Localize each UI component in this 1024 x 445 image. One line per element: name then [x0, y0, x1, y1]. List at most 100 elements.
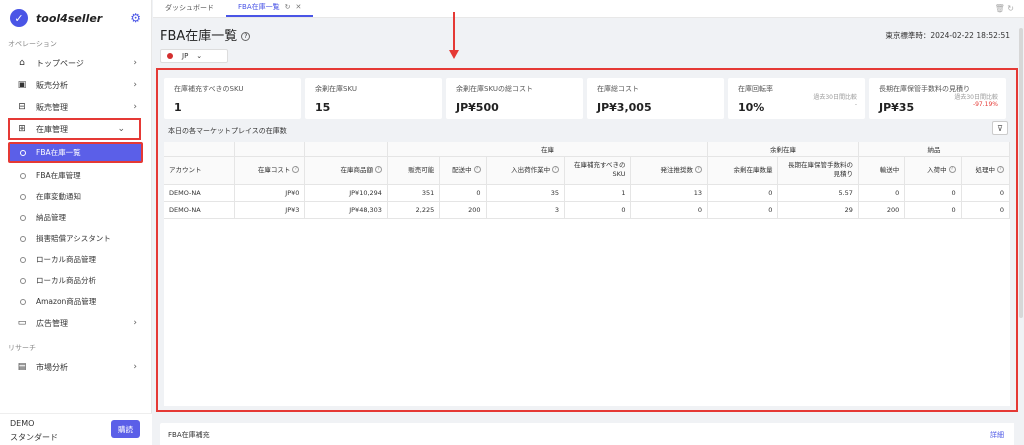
bullet-icon: [20, 193, 26, 200]
user-name: DEMO: [10, 419, 35, 428]
marketplace-value: JP: [182, 52, 189, 60]
inventory-table: 在庫 余剰在庫 納品 アカウント 在庫コスト? 在庫商品額? 販売可能 配送中?…: [164, 142, 1011, 219]
info-icon[interactable]: ?: [694, 166, 702, 173]
group-header-delivery: 納品: [858, 142, 1011, 157]
tab-bar: ダッシュボード FBA在庫一覧 ↻ ✕ 🗑 ↻: [153, 0, 1024, 18]
cell-restock-sku: 1: [564, 184, 632, 202]
sidebar-subitem-fba-list[interactable]: FBA在庫一覧: [8, 142, 143, 163]
refresh-icon[interactable]: ↻: [285, 3, 291, 11]
cell-account: DEMO-NA: [164, 201, 235, 219]
sales-icon: ⊟: [18, 102, 26, 112]
inventory-table-container: 在庫 余剰在庫 納品 アカウント 在庫コスト? 在庫商品額? 販売可能 配送中?…: [164, 142, 1011, 406]
column-sellable[interactable]: 販売可能: [387, 156, 441, 185]
column-receiving[interactable]: 処理中?: [961, 156, 1011, 185]
main-panel: 在庫補充すべきのSKU 1 余剰在庫SKU 15 余剰在庫SKUの総コスト JP…: [156, 68, 1018, 412]
filter-button[interactable]: ⊽: [992, 121, 1008, 135]
column-surplus-qty[interactable]: 余剰在庫数量: [707, 156, 779, 185]
gear-icon[interactable]: ⚙: [130, 11, 141, 25]
column-processing[interactable]: 入出荷作業中?: [486, 156, 566, 185]
column-label: 販売可能: [408, 165, 435, 174]
column-label: 長期在庫保管手数料の見積り: [787, 161, 853, 178]
info-icon[interactable]: ?: [948, 166, 956, 173]
cell-shipping: 200: [439, 201, 487, 219]
close-icon[interactable]: ✕: [296, 3, 302, 11]
sidebar-item-ads[interactable]: ▭ 広告管理 ›: [0, 312, 151, 334]
app-name: tool4seller: [36, 11, 103, 25]
compare-label: 過去30日間比較: [954, 94, 998, 101]
sidebar-item-label: 市場分析: [36, 362, 68, 372]
compare-value: -: [854, 101, 857, 108]
cell-inbound: 0: [904, 201, 962, 219]
cell-sellable: 2,225: [387, 201, 441, 219]
sidebar-subitem-amazon-management[interactable]: Amazon商品管理: [0, 291, 151, 312]
help-icon[interactable]: ?: [241, 32, 251, 41]
sidebar-subitem-reimbursement[interactable]: 損害賠償アシスタント: [0, 228, 151, 249]
column-long-term-fee[interactable]: 長期在庫保管手数料の見積り: [777, 156, 859, 185]
refresh-icon[interactable]: ↻: [1007, 4, 1014, 13]
info-icon[interactable]: ?: [374, 166, 382, 173]
stat-value: 15: [315, 101, 331, 114]
tab-label: FBA在庫一覧: [238, 3, 280, 11]
column-label: 在庫補充すべきのSKU: [573, 161, 626, 178]
info-icon[interactable]: ?: [292, 166, 300, 173]
stat-value: 1: [174, 101, 182, 114]
sidebar-subitem-stock-alert[interactable]: 在庫変動通知: [0, 186, 151, 207]
sidebar-item-label: 販売管理: [36, 102, 68, 112]
cell-stock-amount: JP¥10,294: [304, 184, 388, 202]
column-label: 処理中: [975, 165, 996, 174]
japan-flag-icon: [167, 53, 173, 59]
cell-receiving: 0: [961, 184, 1011, 202]
sidebar-subitem-local-management[interactable]: ローカル商品管理: [0, 249, 151, 270]
column-stock-cost[interactable]: 在庫コスト?: [234, 156, 306, 185]
column-outbound[interactable]: 輸送中: [858, 156, 906, 185]
chevron-right-icon: ›: [133, 362, 137, 372]
logo[interactable]: ✓ tool4seller: [0, 0, 151, 36]
stats-row: 在庫補充すべきのSKU 1 余剰在庫SKU 15 余剰在庫SKUの総コスト JP…: [164, 78, 1006, 119]
scrollbar-thumb[interactable]: [1019, 28, 1023, 318]
chart-icon: ▣: [17, 80, 27, 90]
sidebar-item-label: 在庫管理: [36, 124, 68, 134]
column-inbound[interactable]: 入荷中?: [904, 156, 962, 185]
stat-label: 余剰在庫SKU: [315, 85, 357, 93]
stat-label: 在庫補充すべきのSKU: [174, 85, 244, 93]
sidebar-subitem-shipment[interactable]: 納品管理: [0, 207, 151, 228]
bullet-icon: [20, 277, 26, 284]
cell-surplus-qty: 0: [707, 184, 779, 202]
column-label: 入荷中: [927, 165, 947, 174]
info-icon[interactable]: ?: [473, 166, 481, 173]
info-icon[interactable]: ?: [997, 166, 1004, 173]
column-stock-amount[interactable]: 在庫商品額?: [304, 156, 388, 185]
column-shipping[interactable]: 配送中?: [439, 156, 487, 185]
compare-label: 過去30日間比較: [813, 94, 857, 101]
group-header-empty: [234, 142, 306, 157]
marketplace-select[interactable]: JP ⌄: [160, 49, 228, 63]
details-link[interactable]: 詳細: [990, 430, 1004, 440]
sidebar-item-market-analysis[interactable]: ▤ 市場分析 ›: [0, 356, 151, 378]
sidebar-subitem-fba-management[interactable]: FBA在庫管理: [0, 165, 151, 186]
column-account[interactable]: アカウント: [164, 156, 235, 185]
tab-dashboard[interactable]: ダッシュボード: [153, 0, 226, 17]
calendar-icon: ▤: [17, 362, 27, 372]
info-icon[interactable]: ?: [552, 166, 560, 173]
trash-icon[interactable]: 🗑: [995, 4, 1005, 13]
sidebar-item-top[interactable]: ⌂ トップページ ›: [0, 52, 151, 74]
section-research: リサーチ: [8, 344, 36, 352]
page-title: FBA在庫一覧?: [160, 25, 251, 44]
cell-surplus-qty: 0: [707, 201, 779, 219]
subscribe-button[interactable]: 購読: [111, 420, 140, 438]
sidebar-footer: DEMO スタンダード 購読: [0, 413, 152, 445]
sidebar: ✓ tool4seller ⚙ オペレーション ⌂ トップページ › ▣ 販売分…: [0, 0, 152, 445]
sidebar-item-sales-management[interactable]: ⊟ 販売管理 ›: [0, 96, 151, 118]
column-restock-sku[interactable]: 在庫補充すべきのSKU: [564, 156, 632, 185]
stat-card-surplus-cost: 余剰在庫SKUの総コスト JP¥500: [446, 78, 583, 119]
cell-restock-sku: 0: [564, 201, 632, 219]
cell-stock-cost: JP¥3: [234, 201, 306, 219]
sidebar-subitem-local-analysis[interactable]: ローカル商品分析: [0, 270, 151, 291]
tab-fba-list[interactable]: FBA在庫一覧 ↻ ✕: [226, 0, 314, 17]
page-scrollbar[interactable]: [1018, 18, 1024, 445]
sidebar-item-sales-analysis[interactable]: ▣ 販売分析 ›: [0, 74, 151, 96]
column-order-qty[interactable]: 発注推奨数?: [630, 156, 708, 185]
sidebar-item-inventory[interactable]: ⊞ 在庫管理 ⌄: [8, 118, 141, 140]
stat-card-total-cost: 在庫総コスト JP¥3,005: [587, 78, 724, 119]
bullet-icon: [20, 256, 26, 263]
